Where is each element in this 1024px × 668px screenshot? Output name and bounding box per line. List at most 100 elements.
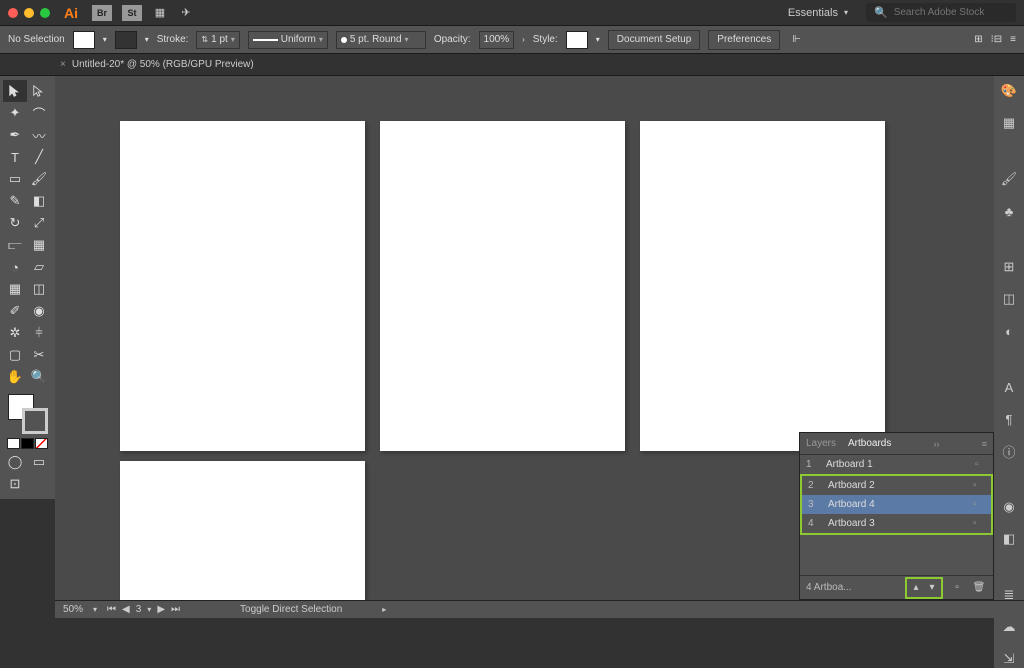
- style-swatch[interactable]: [566, 31, 588, 49]
- minimize-window[interactable]: [24, 8, 34, 18]
- blend-tool[interactable]: ◉: [27, 300, 51, 322]
- draw-mode[interactable]: ◯: [3, 451, 27, 473]
- transparency-panel-icon[interactable]: ◐: [1000, 322, 1018, 340]
- panel-menu-icon[interactable]: ≡: [1010, 34, 1016, 45]
- close-tab-icon[interactable]: ×: [60, 59, 66, 70]
- zoom-tool[interactable]: 🔍: [27, 366, 51, 388]
- bridge-button[interactable]: Br: [92, 5, 112, 21]
- fill-stroke-control[interactable]: [8, 394, 48, 434]
- mesh-tool[interactable]: ▦: [3, 278, 27, 300]
- asset-export-panel-icon[interactable]: ⇲: [1000, 650, 1018, 668]
- eraser-tool[interactable]: ◧: [27, 190, 51, 212]
- fill-swatch[interactable]: [73, 31, 95, 49]
- tab-layers[interactable]: Layers: [806, 438, 836, 449]
- move-down-button[interactable]: ▾: [924, 580, 940, 596]
- status-menu-icon[interactable]: ▸: [382, 605, 386, 614]
- delete-artboard-button[interactable]: 🗑: [971, 580, 987, 596]
- eyedropper-tool[interactable]: ✐: [3, 300, 27, 322]
- slice-tool[interactable]: ✂: [27, 344, 51, 366]
- zoom-level[interactable]: 50%: [63, 604, 83, 615]
- new-artboard-button[interactable]: ▫: [949, 580, 965, 596]
- artboard-options-icon[interactable]: ▫: [973, 480, 985, 491]
- close-window[interactable]: [8, 8, 18, 18]
- arrange-docs-icon[interactable]: ▦: [152, 5, 168, 21]
- artboard-2[interactable]: [380, 121, 625, 451]
- isolate-icon[interactable]: ⁝⊟: [991, 34, 1003, 45]
- move-up-button[interactable]: ▴: [908, 580, 924, 596]
- symbols-panel-icon[interactable]: ♣: [1000, 202, 1018, 220]
- current-artboard[interactable]: 3: [136, 604, 142, 615]
- stroke-weight-field[interactable]: ⇅ 1 pt ▾: [196, 31, 239, 49]
- stock-button[interactable]: St: [122, 5, 142, 21]
- search-stock[interactable]: 🔍: [866, 3, 1016, 22]
- tab-artboards[interactable]: Artboards: [848, 438, 891, 449]
- perspective-tool[interactable]: ▱: [27, 256, 51, 278]
- chevron-right-icon[interactable]: ›: [522, 35, 525, 44]
- opacity-field[interactable]: 100%: [479, 31, 515, 49]
- free-transform-tool[interactable]: ▦: [27, 234, 51, 256]
- artboard-row-selected[interactable]: 3 Artboard 4 ▫: [802, 495, 991, 514]
- first-artboard-button[interactable]: ⏮: [107, 604, 116, 615]
- gradient-tool[interactable]: ◫: [27, 278, 51, 300]
- stroke-profile-dropdown[interactable]: Uniform ▾: [248, 31, 328, 49]
- prev-artboard-button[interactable]: ◀: [122, 604, 130, 615]
- rotate-tool[interactable]: ↻: [3, 212, 27, 234]
- artboard-options-icon[interactable]: ▫: [973, 518, 985, 529]
- chevron-down-icon[interactable]: ▾: [596, 35, 600, 44]
- collapse-panel-icon[interactable]: ››: [934, 439, 940, 449]
- search-input[interactable]: [894, 7, 1008, 18]
- curvature-tool[interactable]: 〰: [27, 124, 51, 146]
- transform-icon[interactable]: ⊞: [974, 34, 982, 45]
- artboard-3[interactable]: [640, 121, 885, 451]
- maximize-window[interactable]: [40, 8, 50, 18]
- screen-mode-toggle[interactable]: ⊡: [3, 473, 27, 495]
- gradient-panel-icon[interactable]: ◫: [1000, 290, 1018, 308]
- graphic-styles-panel-icon[interactable]: ◧: [1000, 530, 1018, 548]
- artboard-4[interactable]: [120, 461, 365, 600]
- character-panel-icon[interactable]: A: [1000, 378, 1018, 396]
- hand-tool[interactable]: ✋: [3, 366, 27, 388]
- direct-selection-tool[interactable]: [27, 80, 51, 102]
- panel-menu-icon[interactable]: ≡: [982, 439, 987, 449]
- color-panel-icon[interactable]: 🎨: [1000, 82, 1018, 100]
- document-setup-button[interactable]: Document Setup: [608, 30, 701, 50]
- artboard-row[interactable]: 1 Artboard 1 ▫: [800, 455, 993, 474]
- artboard-row[interactable]: 4 Artboard 3 ▫: [802, 514, 991, 533]
- workspace-switcher[interactable]: Essentials ▾: [780, 5, 856, 21]
- paragraph-panel-icon[interactable]: ¶: [1000, 410, 1018, 428]
- color-mode-switches[interactable]: [3, 436, 52, 451]
- brushes-panel-icon[interactable]: 🖌: [1000, 170, 1018, 188]
- selection-tool[interactable]: [3, 80, 27, 102]
- lasso-tool[interactable]: ⌒: [27, 102, 51, 124]
- last-artboard-button[interactable]: ⏭: [171, 604, 180, 615]
- chevron-down-icon[interactable]: ▾: [103, 35, 107, 44]
- magic-wand-tool[interactable]: ✦: [3, 102, 27, 124]
- chevron-down-icon[interactable]: ▾: [147, 605, 151, 614]
- artboard-options-icon[interactable]: ▫: [975, 459, 987, 470]
- libraries-panel-icon[interactable]: ☁: [1000, 618, 1018, 636]
- artboard-1[interactable]: [120, 121, 365, 451]
- next-artboard-button[interactable]: ▶: [157, 604, 165, 615]
- swatches-panel-icon[interactable]: ▦: [1000, 114, 1018, 132]
- chevron-down-icon[interactable]: ▾: [93, 605, 97, 614]
- artboard-options-icon[interactable]: ▫: [973, 499, 985, 510]
- width-tool[interactable]: ⫍: [3, 234, 27, 256]
- artboard-row[interactable]: 2 Artboard 2 ▫: [802, 476, 991, 495]
- rectangle-tool[interactable]: ▭: [3, 168, 27, 190]
- preferences-button[interactable]: Preferences: [708, 30, 780, 50]
- gpu-icon[interactable]: ✈: [178, 5, 194, 21]
- shaper-tool[interactable]: ✎: [3, 190, 27, 212]
- line-tool[interactable]: ╱: [27, 146, 51, 168]
- document-tab[interactable]: × Untitled-20* @ 50% (RGB/GPU Preview): [60, 59, 254, 70]
- shape-builder-tool[interactable]: ◔: [3, 256, 27, 278]
- align-icon[interactable]: ⊩: [792, 34, 801, 45]
- screen-mode[interactable]: ▭: [27, 451, 51, 473]
- scale-tool[interactable]: ⤢: [27, 212, 51, 234]
- pen-tool[interactable]: ✒: [3, 124, 27, 146]
- opentype-panel-icon[interactable]: ⓘ: [1000, 442, 1018, 460]
- graph-tool[interactable]: ⫩: [27, 322, 51, 344]
- chevron-down-icon[interactable]: ▾: [145, 35, 149, 44]
- paintbrush-tool[interactable]: 🖌: [27, 168, 51, 190]
- type-tool[interactable]: T: [3, 146, 27, 168]
- stroke-panel-icon[interactable]: ⊞: [1000, 258, 1018, 276]
